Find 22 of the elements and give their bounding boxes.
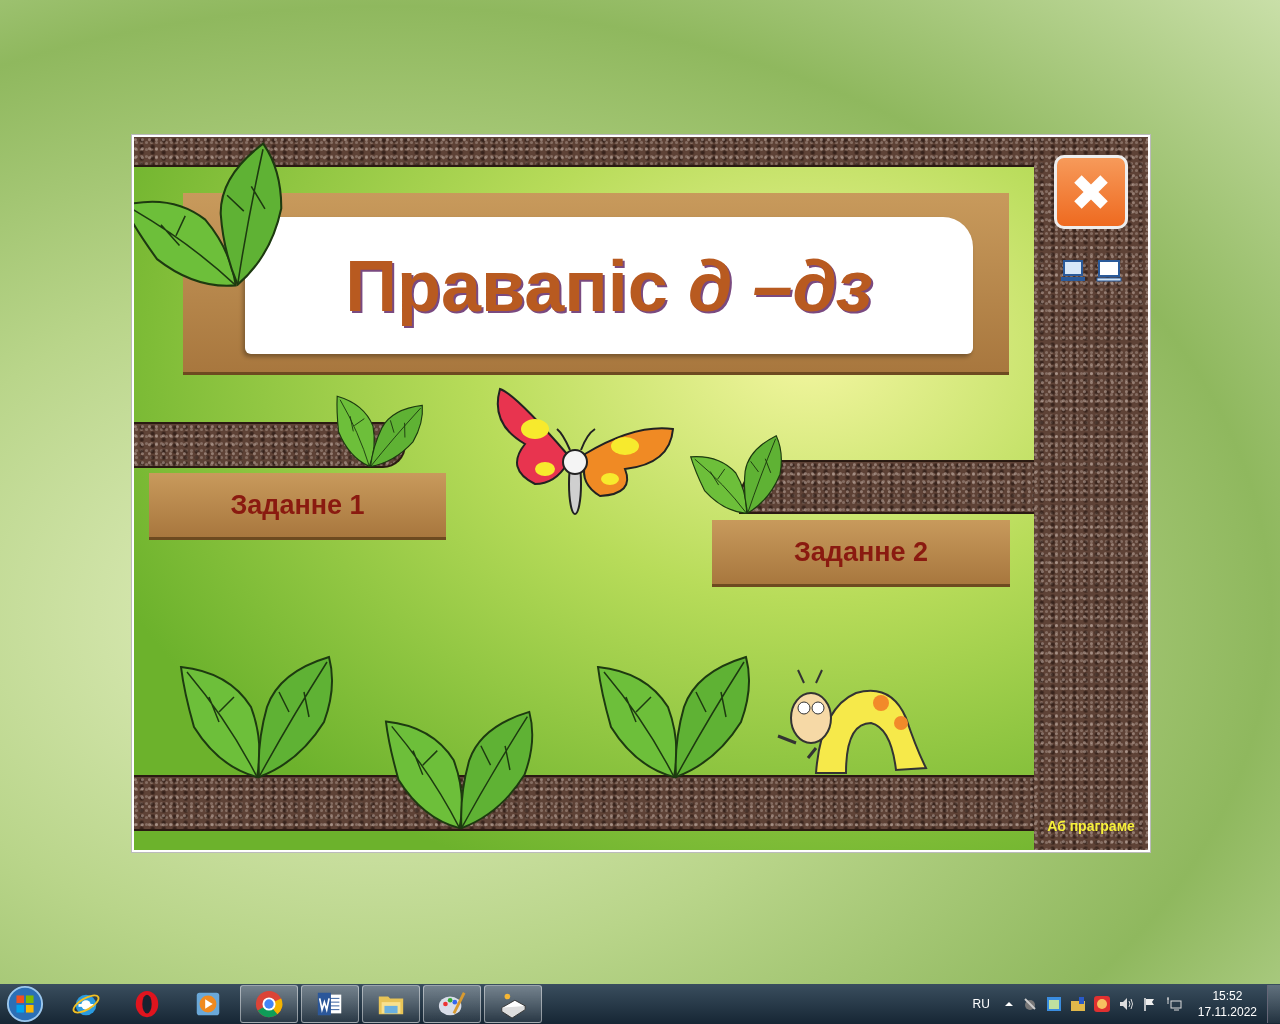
- monitor-icon[interactable]: [1060, 259, 1086, 283]
- title-text: Правапіс д –дз: [345, 244, 873, 327]
- browser-circle-icon: [254, 989, 284, 1019]
- about-link[interactable]: Аб праграме: [1047, 818, 1135, 834]
- language-indicator[interactable]: RU: [972, 997, 990, 1011]
- taskbar-app-button[interactable]: [240, 985, 298, 1023]
- close-button[interactable]: [1054, 155, 1128, 229]
- clock[interactable]: 15:52 17.11.2022: [1197, 988, 1257, 1020]
- clock-time: 15:52: [1212, 988, 1243, 1004]
- network-icon[interactable]: [1165, 996, 1182, 1012]
- taskbar-app-button[interactable]: [423, 985, 481, 1023]
- taskbar-app-button[interactable]: [362, 985, 420, 1023]
- taskbar-app-button[interactable]: [301, 985, 359, 1023]
- caret-icon[interactable]: [1003, 999, 1014, 1009]
- speaker-icon[interactable]: [1117, 996, 1134, 1012]
- window-icon[interactable]: [1045, 996, 1062, 1012]
- taskbar-app-button[interactable]: [484, 985, 542, 1023]
- info-folder-icon[interactable]: [1069, 996, 1086, 1012]
- windows-logo-icon: [6, 985, 44, 1023]
- clock-date: 17.11.2022: [1197, 1004, 1257, 1020]
- show-desktop-button[interactable]: [1267, 985, 1280, 1023]
- monitor-icon[interactable]: [1096, 259, 1122, 283]
